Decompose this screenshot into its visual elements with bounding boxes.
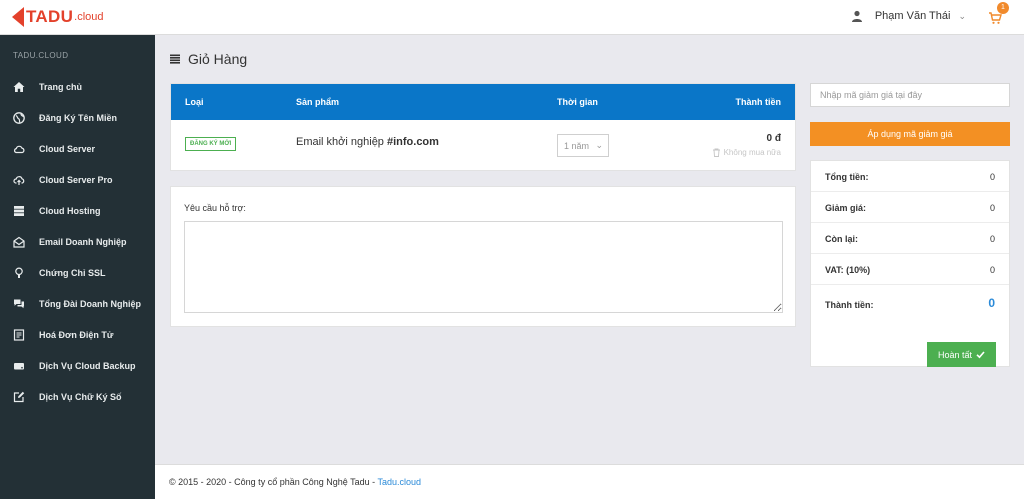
sidebar-item-home[interactable]: Trang chủ	[0, 71, 155, 102]
finish-button[interactable]: Hoàn tất	[927, 342, 996, 367]
logo-text: TADU	[26, 7, 74, 26]
column-header-type: Loại	[185, 97, 204, 107]
summary-row-discount: Giảm giá: 0	[811, 192, 1009, 223]
sidebar-item-label: Trang chủ	[39, 81, 83, 92]
database-icon	[13, 205, 25, 217]
summary-label: VAT: (10%)	[825, 265, 871, 275]
sidebar-item-call-center[interactable]: Tổng Đài Doanh Nghiệp	[0, 288, 155, 319]
support-request-textarea[interactable]	[184, 221, 783, 313]
summary-label: Giảm giá:	[825, 203, 867, 213]
sidebar-item-label: Hoá Đơn Điện Tử	[39, 329, 114, 340]
home-icon	[13, 81, 25, 93]
column-header-total: Thành tiền	[735, 97, 782, 107]
footer-text: © 2015 - 2020 - Công ty cổ phần Công Ngh…	[169, 477, 421, 487]
support-request-label: Yêu cầu hỗ trợ:	[184, 203, 246, 213]
list-icon	[170, 54, 180, 64]
sidebar-item-label: Dịch Vụ Chữ Ký Số	[39, 391, 122, 402]
user-menu[interactable]: Phạm Văn Thái ⌄	[851, 10, 966, 22]
summary-label: Tổng tiền:	[825, 172, 869, 182]
table-header: Loại Sản phẩm Thời gian Thành tiền	[171, 84, 795, 120]
check-icon	[976, 351, 985, 359]
globe-icon	[13, 111, 25, 124]
cart-table: Loại Sản phẩm Thời gian Thành tiền ĐĂNG …	[170, 83, 796, 171]
duration-value: 1 năm	[564, 141, 590, 151]
footer-link[interactable]: Tadu.cloud	[377, 477, 421, 487]
sidebar-brand: TADU.CLOUD	[13, 51, 69, 60]
column-header-product: Sản phẩm	[296, 97, 340, 107]
sidebar-item-label: Cloud Server	[39, 143, 96, 154]
order-summary: Tổng tiền: 0 Giảm giá: 0 Còn lại: 0 VAT:…	[810, 160, 1010, 367]
lightbulb-icon	[13, 267, 25, 279]
summary-value: 0	[989, 265, 995, 275]
footer: © 2015 - 2020 - Công ty cổ phần Công Ngh…	[155, 464, 1024, 499]
sidebar-item-digital-signature[interactable]: Dịch Vụ Chữ Ký Số	[0, 381, 155, 412]
product-name-prefix: Email khởi nghiệp	[296, 136, 387, 148]
new-registration-badge: ĐĂNG KÝ MỚI	[185, 137, 237, 151]
column-header-duration: Thời gian	[557, 97, 598, 107]
tadu-logo[interactable]: TADU .cloud	[12, 7, 104, 27]
sidebar-item-domain[interactable]: Đăng Ký Tên Miền	[0, 102, 155, 133]
cart-count-badge: 1	[997, 2, 1009, 14]
page-title-text: Giỏ Hàng	[188, 51, 248, 67]
coupon-input[interactable]	[810, 83, 1010, 107]
chevron-down-icon: ⌄	[595, 140, 603, 150]
row-price: 0 đ	[766, 133, 781, 144]
apply-coupon-button[interactable]: Áp dụng mã giảm giá	[810, 122, 1010, 146]
footer-copyright: © 2015 - 2020 - Công ty cổ phần Công Ngh…	[169, 477, 378, 487]
finish-button-label: Hoàn tất	[937, 349, 973, 360]
trash-icon	[712, 148, 720, 157]
summary-label: Còn lại:	[825, 234, 858, 244]
cloud-upload-icon	[13, 174, 25, 186]
edit-icon	[13, 391, 25, 403]
chat-icon	[13, 298, 25, 310]
sidebar-item-label: Tổng Đài Doanh Nghiệp	[39, 298, 141, 309]
sidebar-item-label: Email Doanh Nghiệp	[39, 236, 127, 247]
sidebar-item-cloud-server[interactable]: Cloud Server	[0, 133, 155, 164]
product-name: Email khởi nghiệp #info.com	[296, 136, 439, 148]
drive-icon	[13, 360, 25, 372]
sidebar-item-cloud-hosting[interactable]: Cloud Hosting	[0, 195, 155, 226]
summary-value: 0	[989, 172, 995, 182]
envelope-open-icon	[13, 236, 25, 248]
page-title: Giỏ Hàng	[170, 51, 247, 67]
sidebar-item-email[interactable]: Email Doanh Nghiệp	[0, 226, 155, 257]
summary-value: 0	[989, 203, 995, 213]
sidebar-item-label: Cloud Hosting	[39, 205, 101, 216]
chevron-down-icon: ⌄	[958, 10, 966, 21]
sidebar-item-cloud-backup[interactable]: Dịch Vụ Cloud Backup	[0, 350, 155, 381]
sidebar-item-cloud-server-pro[interactable]: Cloud Server Pro	[0, 164, 155, 195]
remove-item-label: Không mua nữa	[723, 148, 781, 157]
top-bar: TADU .cloud Phạm Văn Thái ⌄ 1	[0, 0, 1024, 35]
summary-row-remaining: Còn lại: 0	[811, 223, 1009, 254]
sidebar-item-label: Dịch Vụ Cloud Backup	[39, 360, 136, 371]
remove-item-button[interactable]: Không mua nữa	[712, 148, 781, 157]
sidebar-item-ssl[interactable]: Chứng Chỉ SSL	[0, 257, 155, 288]
summary-total-value: 0	[988, 296, 995, 310]
user-name: Phạm Văn Thái	[874, 10, 951, 22]
summary-row-total: Thành tiền: 0	[811, 285, 1009, 325]
product-domain: #info.com	[386, 136, 439, 148]
table-row: ĐĂNG KÝ MỚI Email khởi nghiệp #info.com …	[171, 120, 795, 172]
summary-row-vat: VAT: (10%) 0	[811, 254, 1009, 285]
summary-value: 0	[989, 234, 995, 244]
sidebar-item-invoice[interactable]: Hoá Đơn Điện Tử	[0, 319, 155, 350]
logo-suffix: .cloud	[74, 11, 104, 23]
duration-select[interactable]: 1 năm ⌄	[557, 134, 609, 157]
sidebar: TADU.CLOUD Trang chủ Đăng Ký Tên Miền Cl…	[0, 35, 155, 499]
sidebar-item-label: Chứng Chỉ SSL	[39, 267, 106, 278]
cloud-icon	[13, 143, 25, 155]
support-request-card: Yêu cầu hỗ trợ:	[170, 186, 796, 327]
user-icon	[851, 10, 862, 22]
sidebar-item-label: Đăng Ký Tên Miền	[39, 112, 118, 123]
summary-label: Thành tiền:	[825, 300, 874, 310]
sidebar-item-label: Cloud Server Pro	[39, 174, 113, 185]
logo-mark-icon	[12, 7, 24, 27]
summary-row-subtotal: Tổng tiền: 0	[811, 161, 1009, 192]
receipt-icon	[13, 328, 25, 341]
